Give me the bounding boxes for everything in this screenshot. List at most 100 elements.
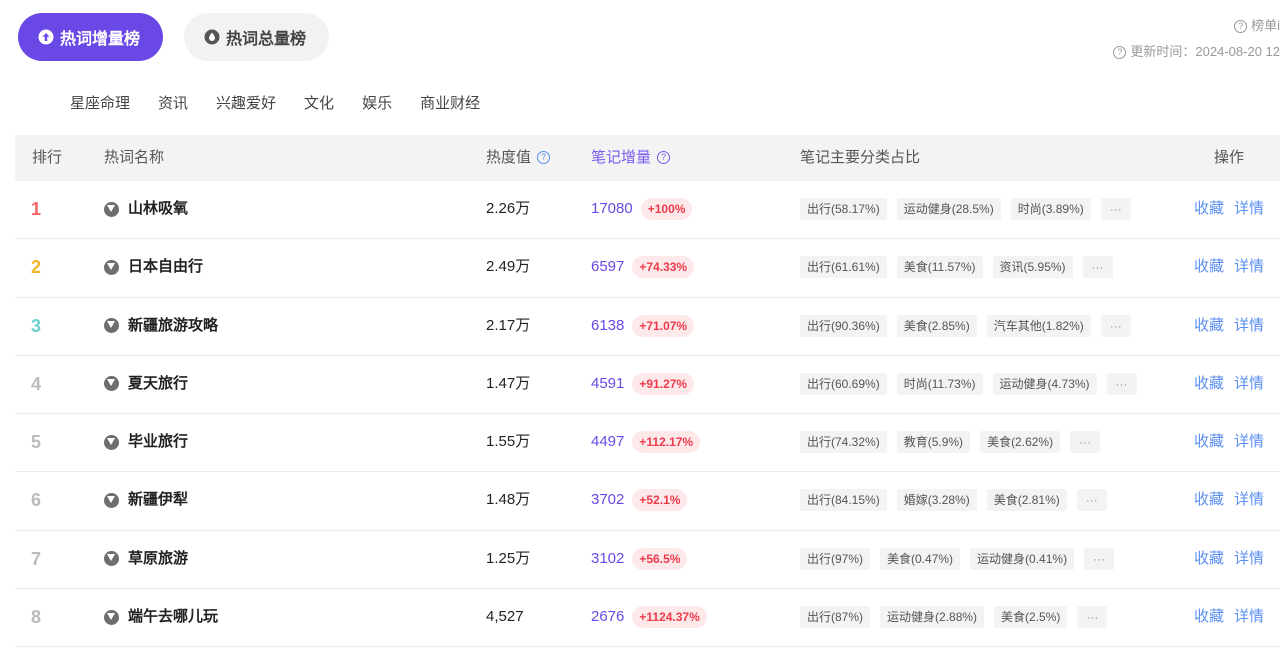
category-tag: 时尚(3.89%) <box>1010 198 1091 220</box>
header-heat[interactable]: 热度值? <box>486 135 551 181</box>
increase-percent-badge: +74.33% <box>632 256 695 279</box>
drop-icon <box>104 609 119 625</box>
keyword-label: 端午去哪儿玩 <box>128 608 219 626</box>
keyword-cell[interactable]: 新疆伊犁 <box>104 472 188 528</box>
category-tag: 运动健身(0.41%) <box>970 547 1075 570</box>
header-keyword: 热词名称 <box>104 149 165 166</box>
keyword-cell[interactable]: 山林吸氧 <box>104 181 188 237</box>
keyword-label: 毕业旅行 <box>128 433 189 451</box>
detail-button[interactable]: 详情 <box>1234 472 1264 528</box>
more-tags-button[interactable]: ··· <box>1082 256 1113 279</box>
category-item[interactable]: 文化 <box>304 92 334 113</box>
category-tag: 资讯(5.95%) <box>992 256 1073 279</box>
more-tags-button[interactable]: ··· <box>1070 431 1101 454</box>
detail-button[interactable]: 详情 <box>1234 181 1264 237</box>
top-tabs: 热词增量榜 热词总量榜 <box>18 13 329 61</box>
drop-icon <box>104 376 119 392</box>
more-tags-button[interactable]: ··· <box>1106 372 1137 395</box>
detail-button[interactable]: 详情 <box>1234 298 1264 354</box>
collect-button[interactable]: 收藏 <box>1194 589 1224 645</box>
header-increase-label: 笔记增量 <box>591 149 652 166</box>
tab-total-rank[interactable]: 热词总量榜 <box>184 13 329 61</box>
category-tag: 运动健身(2.88%) <box>880 606 985 629</box>
collect-button[interactable]: 收藏 <box>1194 298 1224 354</box>
increase-cell: 6138 +71.07% <box>591 298 695 354</box>
heat-value: 4,527 <box>486 608 524 626</box>
keyword-cell[interactable]: 日本自由行 <box>104 239 203 295</box>
collect-button[interactable]: 收藏 <box>1194 531 1224 587</box>
category-tag: 出行(61.61%) <box>800 256 887 279</box>
keyword-cell[interactable]: 端午去哪儿玩 <box>104 589 218 645</box>
rule-label: 榜单i <box>1251 18 1280 33</box>
category-item[interactable]: 资讯 <box>158 92 188 113</box>
help-icon: ? <box>1234 20 1248 33</box>
category-tag: 美食(2.5%) <box>994 606 1068 629</box>
detail-button[interactable]: 详情 <box>1234 589 1264 645</box>
rank-number: 5 <box>31 432 42 453</box>
category-item[interactable]: 星座命理 <box>70 92 130 113</box>
keyword-label: 夏天旅行 <box>128 374 189 392</box>
tab-total-label: 热词总量榜 <box>226 31 307 48</box>
more-tags-button[interactable]: ··· <box>1100 198 1131 220</box>
row-actions: 收藏 详情 <box>1194 298 1264 354</box>
table-row: 6 新疆伊犁 1.48万 3702 +52.1% 出行(84.15%) 婚嫁(3.… <box>15 472 1280 531</box>
table-row: 7 草原旅游 1.25万 3102 +56.5% 出行(97%) 美食(0.47%… <box>15 531 1280 590</box>
heat-value: 2.26万 <box>486 200 531 217</box>
rank-number: 1 <box>31 199 42 219</box>
tab-increment-rank[interactable]: 热词增量榜 <box>18 13 163 61</box>
detail-button[interactable]: 详情 <box>1234 414 1264 470</box>
help-icon[interactable]: ? <box>537 151 551 164</box>
keyword-cell[interactable]: 夏天旅行 <box>104 356 188 412</box>
detail-button[interactable]: 详情 <box>1234 356 1264 412</box>
more-tags-button[interactable]: ··· <box>1077 606 1108 629</box>
header-heat-label: 热度值 <box>486 149 532 166</box>
update-time: ? 更新时间：2024-08-20 12 <box>1113 41 1280 60</box>
heat-value: 1.25万 <box>486 549 531 567</box>
tab-increment-label: 热词增量榜 <box>60 31 141 48</box>
more-tags-button[interactable]: ··· <box>1084 547 1115 570</box>
keyword-cell[interactable]: 新疆旅游攻略 <box>104 298 218 354</box>
category-item[interactable]: 娱乐 <box>362 92 392 113</box>
header-actions: 操作 <box>1214 149 1245 166</box>
keyword-cell[interactable]: 毕业旅行 <box>104 414 188 470</box>
category-tag: 出行(97%) <box>800 547 871 570</box>
arrow-up-circle-icon <box>38 29 54 45</box>
more-tags-button[interactable]: ··· <box>1076 489 1107 512</box>
collect-button[interactable]: 收藏 <box>1194 356 1224 412</box>
table-body: 1 山林吸氧 2.26万 17080 +100% 出行(58.17%) 运动健身(… <box>15 181 1280 648</box>
increase-percent-badge: +71.07% <box>632 314 695 337</box>
category-tag: 美食(2.85%) <box>896 314 977 337</box>
detail-button[interactable]: 详情 <box>1234 531 1264 587</box>
category-tags: 出行(97%) 美食(0.47%) 运动健身(0.41%) ··· <box>800 531 1115 587</box>
category-tag: 美食(11.57%) <box>896 256 983 279</box>
header-category-ratio: 笔记主要分类占比 <box>800 149 921 166</box>
collect-button[interactable]: 收藏 <box>1194 414 1224 470</box>
header-increase[interactable]: 笔记增量? <box>591 135 671 181</box>
category-tag: 婚嫁(3.28%) <box>896 489 977 512</box>
category-tag: 美食(2.81%) <box>986 489 1067 512</box>
drop-icon <box>104 318 119 334</box>
rank-number: 8 <box>31 607 42 628</box>
increase-value: 2676 <box>591 608 625 626</box>
collect-button[interactable]: 收藏 <box>1194 472 1224 528</box>
category-tags: 出行(61.61%) 美食(11.57%) 资讯(5.95%) ··· <box>800 239 1113 295</box>
increase-percent-badge: +112.17% <box>632 431 701 454</box>
increase-cell: 4497 +112.17% <box>591 414 701 470</box>
keyword-cell[interactable]: 草原旅游 <box>104 531 188 587</box>
collect-button[interactable]: 收藏 <box>1194 181 1224 237</box>
update-time-label: 更新时间：2024-08-20 12 <box>1130 44 1280 59</box>
increase-percent-badge: +1124.37% <box>632 606 707 629</box>
category-item[interactable]: 商业财经 <box>420 92 480 113</box>
table-row: 3 新疆旅游攻略 2.17万 6138 +71.07% 出行(90.36%) 美食… <box>15 298 1280 356</box>
table-row: 5 毕业旅行 1.55万 4497 +112.17% 出行(74.32%) 教育(… <box>15 414 1280 473</box>
category-tag: 美食(2.62%) <box>980 431 1061 454</box>
help-icon[interactable]: ? <box>657 151 671 164</box>
rank-number: 3 <box>31 315 42 336</box>
rule-link[interactable]: ? 榜单i <box>1234 15 1280 34</box>
more-tags-button[interactable]: ··· <box>1100 314 1131 337</box>
help-icon: ? <box>1113 46 1127 59</box>
category-item[interactable]: 兴趣爱好 <box>216 92 276 113</box>
detail-button[interactable]: 详情 <box>1234 239 1264 295</box>
collect-button[interactable]: 收藏 <box>1194 239 1224 295</box>
increase-percent-badge: +56.5% <box>632 547 688 570</box>
